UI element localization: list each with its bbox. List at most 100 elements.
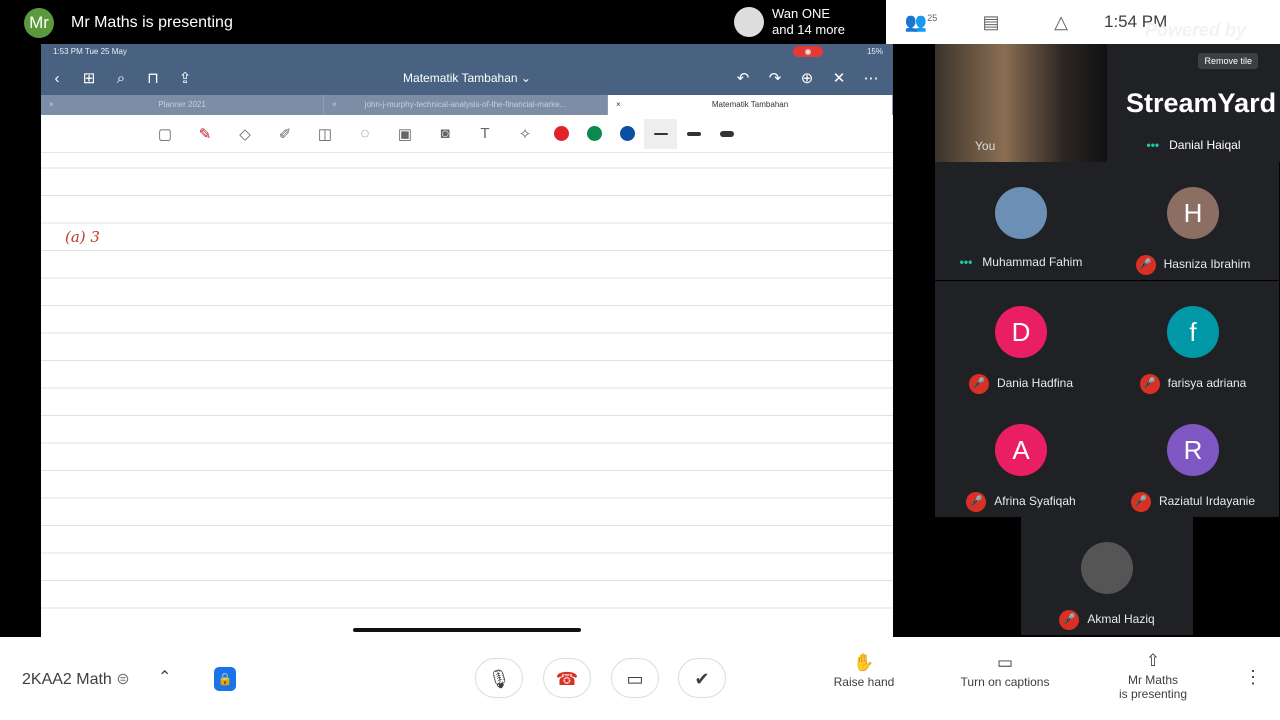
reader-icon[interactable]: ▢ [145,125,185,143]
close-icon[interactable]: ✕ [823,69,855,87]
avatar: A [995,424,1047,476]
mic-off-icon: 🎤 [1139,374,1160,394]
camera-button[interactable]: ▭ [611,658,659,698]
stroke-thick[interactable] [710,119,743,149]
remove-tile-tooltip[interactable]: Remove tile [1198,53,1258,69]
captions-icon: ▭ [996,653,1014,672]
lasso-icon[interactable]: ◌ [345,125,385,142]
participant-name: Dania Hadfina [996,376,1074,391]
tab-planner[interactable]: × Planner 2021 [41,95,324,115]
participant-tile[interactable]: ••• Muhammad Fahim [935,162,1107,280]
search-icon[interactable]: ⌕ [105,70,137,87]
attachment-icon: ⊜ [116,671,130,688]
close-icon[interactable]: × [616,95,621,115]
other-participants[interactable]: Wan ONE and 14 more [728,0,886,44]
redo-icon[interactable]: ↷ [759,69,791,87]
add-page-icon[interactable]: ⊕ [791,69,823,87]
record-icon: ◉ [793,46,823,57]
text-icon[interactable]: T [465,125,505,142]
participants-panel: You Powered by Remove tile StreamYard ••… [935,20,1280,637]
check-icon: ✔ [694,669,710,689]
ios-status-bar: 1:53 PM Tue 25 May ◉ 15% [41,44,893,60]
self-video[interactable] [935,44,1107,162]
more-icon[interactable]: ⋯ [855,69,887,87]
raise-hand-label: Raise hand [833,675,895,689]
highlighter-icon[interactable]: ✐ [265,125,305,143]
image-icon[interactable]: ▣ [385,125,425,143]
tab-murphy[interactable]: × john-j-murphy-technical-analysis-of-the… [324,95,608,115]
avatar: R [1167,424,1219,476]
participant-name: farisya adriana [1167,376,1247,391]
stroke-thin[interactable] [644,118,677,149]
participant-name: Hasniza Ibrahim [1163,257,1251,272]
more-options-icon[interactable]: ⋮ [1244,667,1262,688]
laser-icon[interactable]: ✧ [505,125,545,143]
participant-tile[interactable]: A 🎤 Afrina Syafiqah [935,399,1107,517]
close-icon[interactable]: × [332,95,337,115]
color-red[interactable] [554,126,569,141]
participant-tile[interactable]: 🎤 Akmal Haziq [1021,517,1193,635]
status-time: 1:53 PM Tue 25 May [53,47,127,56]
microphone-icon: 🎙 [487,669,511,689]
mic-off-icon: 🎤 [1135,255,1156,275]
close-icon[interactable]: × [49,95,54,115]
camera-icon[interactable]: ◙ [425,125,465,142]
chevron-up-icon[interactable]: ⌃ [158,667,171,687]
handwriting: (a) 3 [65,228,100,246]
avatar [734,7,764,37]
share-icon[interactable]: ⇪ [169,69,201,87]
grid-icon[interactable]: ⊞ [73,69,105,87]
app-nav-bar: ‹ ⊞ ⌕ ⊓ ⇪ Matematik Tambahan ⌄ ↶ ↷ ⊕ ✕ ⋯ [41,60,893,95]
tab-matematik[interactable]: × Matematik Tambahan [608,95,893,115]
meeting-name-text: 2KAA2 Math [22,671,112,688]
participant-name: Afrina Syafiqah [994,494,1076,509]
hand-icon: ✋ [853,653,875,672]
shared-screen: 1:53 PM Tue 25 May ◉ 15% ‹ ⊞ ⌕ ⊓ ⇪ Matematik… [41,44,893,637]
captions-label: Turn on captions [960,675,1050,689]
raise-hand-button[interactable]: ✋ Raise hand [804,653,924,689]
hang-up-button[interactable]: ☎ [543,658,591,698]
people-button[interactable]: 👥25 [886,12,956,33]
participant-count: 25 [927,12,938,23]
avatar: f [1167,306,1219,358]
shield-icon[interactable]: 🔒 [214,667,236,691]
present-icon: ⇧ [1145,651,1161,670]
drawing-toolbar: ▢ ✎ ◇ ✐ ◫ ◌ ▣ ◙ T ✧ [41,115,893,153]
participant-tile[interactable]: D 🎤 Dania Hadfina [935,281,1107,399]
presenting-button[interactable]: ⇧ Mr Maths is presenting [1093,651,1213,701]
featured-tile[interactable]: Powered by Remove tile StreamYard ••• Dan… [1107,20,1280,162]
avatar [995,187,1047,239]
check-button[interactable]: ✔ [678,658,726,698]
back-icon[interactable]: ‹ [41,70,73,87]
pen-icon[interactable]: ✎ [185,125,225,143]
color-blue[interactable] [620,126,635,141]
participant-name: Muhammad Fahim [982,255,1083,269]
presenting-label: Mr Maths [1127,673,1178,687]
chat-button[interactable]: ▤ [956,12,1026,33]
bookmark-icon[interactable]: ⊓ [137,69,169,87]
speaking-icon: ••• [1146,138,1160,152]
participant-name: Danial Haiqal [1169,138,1241,152]
top-bar: Mr Mr Maths is presenting Wan ONE and 14 … [0,0,1280,44]
streamyard-logo: StreamYard [1126,88,1277,118]
tab-label: Matematik Tambahan [711,100,789,109]
document-tabs: × Planner 2021 × john-j-murphy-technical-a… [41,95,893,115]
shapes-icon[interactable]: ◫ [305,125,345,143]
home-indicator [353,628,581,632]
meeting-name[interactable]: 2KAA2 Math ⊜ [22,669,130,689]
mic-off-icon: 🎤 [1059,610,1080,630]
participant-name: Raziatul Irdayanie [1158,494,1256,509]
lined-page[interactable] [41,154,893,637]
stroke-medium[interactable] [677,119,710,149]
eraser-icon[interactable]: ◇ [225,125,265,143]
participant-tile[interactable]: R 🎤 Raziatul Irdayanie [1107,399,1279,517]
undo-icon[interactable]: ↶ [727,69,759,87]
captions-button[interactable]: ▭ Turn on captions [945,653,1065,689]
speaking-icon: ••• [959,255,973,269]
participant-tile[interactable]: H 🎤 Hasniza Ibrahim [1107,162,1279,280]
avatar [1081,542,1133,594]
color-green[interactable] [587,126,602,141]
microphone-button[interactable]: 🎙 [475,658,523,698]
activities-button[interactable]: △ [1026,12,1096,33]
participant-tile[interactable]: f 🎤 farisya adriana [1107,281,1279,399]
